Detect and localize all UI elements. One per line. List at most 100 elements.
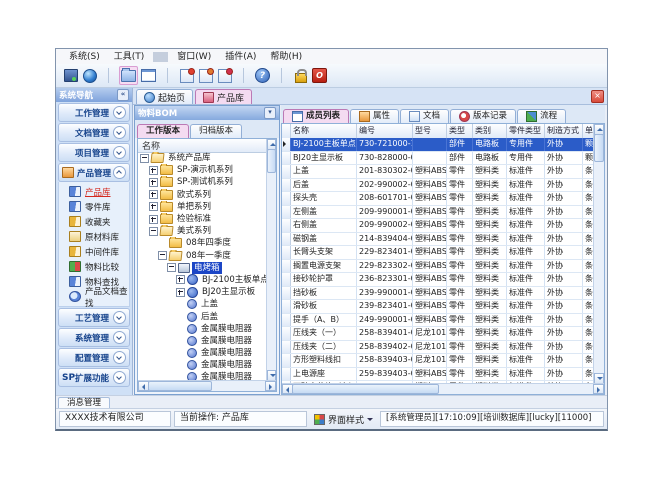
chevron-down-icon[interactable]: [113, 331, 126, 344]
tree-column-header[interactable]: 名称: [138, 139, 267, 153]
tree-expander-icon[interactable]: [149, 166, 158, 175]
table-row[interactable]: 提手（A、B） 249-990001-01X 塑料ABS 零件 塑料类 标准件 …: [282, 314, 594, 328]
tree-node[interactable]: 美式系列: [138, 225, 267, 237]
scrollbar-thumb[interactable]: [292, 384, 439, 394]
nav-group[interactable]: 工作管理: [58, 103, 130, 122]
scrollbar-thumb[interactable]: [267, 149, 276, 173]
nav-group[interactable]: 系统管理: [58, 328, 130, 347]
column-header[interactable]: 类别: [473, 124, 507, 138]
tree-node[interactable]: 金属膜电阻器: [138, 347, 267, 359]
tree-node[interactable]: 单把系列: [138, 201, 267, 213]
menu-item[interactable]: 工具(T): [107, 50, 152, 64]
pin-icon[interactable]: ▾: [264, 107, 276, 119]
tree-node[interactable]: 金属膜电阻器: [138, 335, 267, 347]
tree-expander-icon[interactable]: [149, 178, 158, 187]
sidebar-item[interactable]: 零件库: [59, 199, 129, 214]
chevron-down-icon[interactable]: [113, 351, 126, 364]
lock-icon[interactable]: [292, 67, 309, 84]
tree-expander-icon[interactable]: [149, 227, 158, 236]
column-header[interactable]: 名称: [291, 124, 357, 138]
members-tab[interactable]: 属性: [350, 109, 399, 123]
chevron-down-icon[interactable]: [113, 371, 126, 384]
version-tab[interactable]: 归档版本: [190, 124, 242, 138]
members-tab[interactable]: 成员列表: [283, 109, 349, 123]
table-row[interactable]: 接砂轮护罩 236-823301-00X 塑料ABS 零件 塑料类 标准件 外协…: [282, 273, 594, 287]
menu-item[interactable]: 系统(S): [62, 50, 107, 64]
tree-expander-icon[interactable]: [176, 275, 185, 284]
tree-node[interactable]: 系统产品库: [138, 152, 267, 164]
menu-item[interactable]: 插件(A): [218, 50, 263, 64]
version-tab[interactable]: 工作版本: [137, 124, 189, 138]
tree-node[interactable]: 上盖: [138, 298, 267, 310]
tree-node[interactable]: 后盖: [138, 310, 267, 322]
table-row[interactable]: BJ20主显示板 730-828000-04X 部件 电路板 专用件 外协 颗: [282, 152, 594, 166]
table-row[interactable]: 方形塑料线扣 258-839403-00X 尼龙1010 零件 塑料类 标准件 …: [282, 354, 594, 368]
tree-node[interactable]: BJ20主显示板: [138, 286, 267, 298]
interface-style-selector[interactable]: 界面样式: [310, 412, 377, 426]
sidebar-item[interactable]: 产品库: [59, 184, 129, 199]
sidebar-item[interactable]: 收藏夹: [59, 214, 129, 229]
exit-icon[interactable]: [311, 67, 328, 84]
chevron-down-icon[interactable]: [113, 126, 126, 139]
members-tab[interactable]: 版本记录: [450, 109, 516, 123]
nav-group[interactable]: 文档管理: [58, 123, 130, 142]
scrollbar-thumb[interactable]: [148, 381, 212, 391]
table-row[interactable]: 磁钢盖 214-839404-01X 塑料ABS 零件 塑料类 标准件 外协 条: [282, 233, 594, 247]
menu-item[interactable]: [153, 52, 168, 62]
tree-vertical-scrollbar[interactable]: [266, 139, 276, 381]
tree-node[interactable]: 电烤箱: [138, 262, 267, 274]
tree-node[interactable]: 金属膜电阻器: [138, 359, 267, 371]
tree-node[interactable]: 08年一季度: [138, 250, 267, 262]
nav-group[interactable]: 配置管理: [58, 348, 130, 367]
members-tab[interactable]: 流程: [517, 109, 566, 123]
chevron-up-icon[interactable]: [113, 166, 126, 179]
new-doc-icon[interactable]: [178, 67, 195, 84]
chevron-down-icon[interactable]: [113, 146, 126, 159]
column-header[interactable]: 制造方式: [545, 124, 583, 138]
nav-group[interactable]: SP 扩展功能: [58, 368, 130, 387]
column-header[interactable]: 编号: [357, 124, 413, 138]
nav-group[interactable]: 工艺管理: [58, 308, 130, 327]
column-header[interactable]: 类型: [447, 124, 473, 138]
menu-item[interactable]: 窗口(W): [170, 50, 218, 64]
table-row[interactable]: 上电源座 259-839403-00X 塑料ABS 零件 塑料类 标准件 外协 …: [282, 368, 594, 382]
tree-expander-icon[interactable]: [149, 202, 158, 211]
table-row[interactable]: 右侧盖 209-990002-01X 塑料ABS 零件 塑料类 标准件 外协 条: [282, 219, 594, 233]
tree-expander-icon[interactable]: [176, 288, 185, 297]
nav-group[interactable]: 项目管理: [58, 143, 130, 162]
table-row[interactable]: 后盖 202-990002-01X 塑料ABS 零件 塑料类 标准件 外协 条: [282, 179, 594, 193]
close-tab-icon[interactable]: [591, 90, 604, 103]
document-tab[interactable]: 起始页: [136, 89, 193, 104]
grid-horizontal-scrollbar[interactable]: [282, 383, 604, 394]
nav-group-product[interactable]: 产品管理: [58, 163, 130, 182]
table-row[interactable]: 探头壳 208-601701-01X 塑料ABS 零件 塑料类 标准件 外协 条: [282, 192, 594, 206]
tree-horizontal-scrollbar[interactable]: [138, 380, 276, 391]
web-icon[interactable]: [81, 67, 98, 84]
grid-vertical-scrollbar[interactable]: [593, 124, 604, 384]
tree-expander-icon[interactable]: [158, 251, 167, 260]
collapse-nav-button[interactable]: «: [117, 89, 129, 101]
tree-expander-icon[interactable]: [149, 215, 158, 224]
scroll-right-icon[interactable]: [593, 384, 604, 394]
table-row[interactable]: 压线夹（一） 258-839401-00X 尼龙1010 零件 塑料类 标准件 …: [282, 327, 594, 341]
table-row[interactable]: 上盖 201-830302-00X 塑料ABS 零件 塑料类 标准件 外协 条: [282, 165, 594, 179]
members-tab[interactable]: 文档: [400, 109, 449, 123]
document-tab[interactable]: 产品库: [195, 89, 252, 104]
table-row[interactable]: 搁置电源支架 229-823302-00X 塑料ABS 零件 塑料类 标准件 外…: [282, 260, 594, 274]
edit-doc-icon[interactable]: [197, 67, 214, 84]
chevron-down-icon[interactable]: [113, 106, 126, 119]
tree-node[interactable]: 检验标准: [138, 213, 267, 225]
tree-expander-icon[interactable]: [167, 263, 176, 272]
sidebar-item[interactable]: 产品文档查找: [59, 289, 129, 304]
column-header[interactable]: 型号: [413, 124, 447, 138]
scroll-right-icon[interactable]: [265, 381, 276, 391]
tree-expander-icon[interactable]: [140, 154, 149, 163]
table-row[interactable]: 长臂头支架 229-823401-00X 塑料ABS 零件 塑料类 标准件 外协…: [282, 246, 594, 260]
product-library-icon[interactable]: [119, 66, 138, 85]
scrollbar-thumb[interactable]: [594, 134, 604, 162]
chevron-down-icon[interactable]: [113, 311, 126, 324]
table-row[interactable]: 滑砂板 239-823401-00X 塑料ABS 零件 塑料类 标准件 外协 条: [282, 300, 594, 314]
sidebar-item[interactable]: 原材料库: [59, 229, 129, 244]
help-icon[interactable]: [254, 67, 271, 84]
tree-node[interactable]: SP-测试机系列: [138, 176, 267, 188]
